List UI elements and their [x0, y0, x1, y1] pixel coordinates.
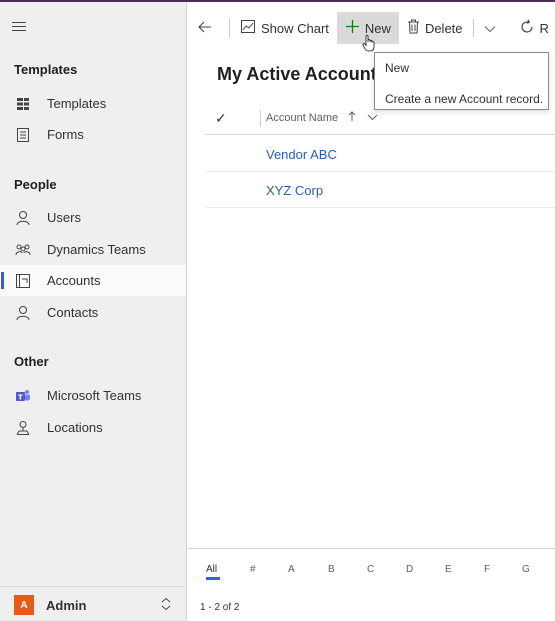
sidebar-item-label: Users [47, 210, 81, 225]
refresh-label: R [539, 20, 549, 36]
sort-ascending-icon [342, 111, 356, 125]
select-all-checkmark-icon[interactable]: ✓ [215, 110, 227, 127]
sidebar-item-contacts[interactable]: Contacts [0, 297, 186, 328]
forms-icon [14, 126, 32, 144]
group-templates: Templates [14, 62, 78, 77]
templates-icon [14, 95, 32, 113]
alphabet-filter: All # A B C D E F G [188, 549, 555, 589]
filter-letter[interactable]: C [367, 564, 374, 575]
sidebar-item-label: Dynamics Teams [47, 242, 146, 257]
account-link[interactable]: Vendor ABC [266, 147, 337, 162]
group-other: Other [14, 354, 49, 369]
microsoft-teams-icon: T [14, 387, 32, 405]
column-header-account-name[interactable]: Account Name [266, 111, 378, 125]
accounts-icon [14, 272, 32, 290]
filter-letter[interactable]: F [484, 564, 490, 575]
filter-all[interactable]: All [206, 564, 217, 575]
chart-icon [240, 19, 261, 37]
back-arrow-icon [198, 21, 217, 36]
sidebar-item-locations[interactable]: Locations [0, 412, 186, 443]
divider [229, 19, 230, 37]
group-people: People [14, 177, 57, 192]
teams-icon [14, 241, 32, 259]
chevron-down-icon [484, 21, 501, 36]
active-filter-underline [206, 577, 220, 580]
back-button[interactable] [188, 14, 227, 42]
sidebar-item-forms[interactable]: Forms [0, 119, 186, 150]
location-icon [14, 419, 32, 437]
filter-letter[interactable]: D [406, 564, 413, 575]
svg-text:T: T [18, 393, 23, 401]
hamburger-icon[interactable] [12, 22, 26, 32]
sidebar-item-label: Locations [47, 420, 103, 435]
more-commands-dropdown[interactable] [476, 14, 509, 42]
sidebar-item-microsoft-teams[interactable]: T Microsoft Teams [0, 380, 186, 411]
filter-letter[interactable]: E [445, 564, 452, 575]
sidebar-item-users[interactable]: Users [0, 202, 186, 233]
column-label: Account Name [266, 112, 339, 124]
sidebar-item-label: Forms [47, 127, 84, 142]
tooltip-title: New [385, 61, 410, 75]
column-chevron-down-icon[interactable] [361, 112, 378, 124]
delete-button[interactable]: Delete [399, 14, 471, 42]
sidebar-item-label: Microsoft Teams [47, 388, 142, 403]
view-selector[interactable]: My Active Accounts [217, 64, 387, 85]
area-label: Admin [46, 597, 87, 613]
filter-letter[interactable]: B [328, 564, 335, 575]
refresh-button[interactable]: R [509, 14, 549, 42]
record-count: 1 - 2 of 2 [200, 602, 240, 613]
sidebar-item-dynamics-teams[interactable]: Dynamics Teams [0, 234, 186, 265]
sidebar-item-templates[interactable]: Templates [0, 88, 186, 119]
show-chart-label: Show Chart [261, 20, 329, 36]
table-row[interactable]: XYZ Corp [205, 172, 555, 208]
show-chart-button[interactable]: Show Chart [232, 14, 337, 42]
chevron-up-down-icon [160, 597, 172, 614]
contact-icon [14, 304, 32, 322]
sidebar: Templates Templates Forms People Users D… [0, 2, 187, 621]
table-row[interactable]: Vendor ABC [205, 136, 555, 172]
divider [472, 19, 474, 37]
account-link[interactable]: XYZ Corp [266, 183, 323, 198]
sidebar-item-label: Contacts [47, 305, 99, 320]
avatar: A [14, 595, 34, 615]
grid-header: ✓ Account Name [205, 102, 555, 135]
trash-icon [407, 19, 425, 37]
refresh-icon [519, 19, 540, 38]
column-divider [260, 110, 261, 127]
delete-label: Delete [424, 20, 463, 36]
filter-letter[interactable]: # [250, 564, 256, 575]
user-icon [14, 209, 32, 227]
sidebar-item-accounts[interactable]: Accounts [0, 265, 186, 296]
filter-letter[interactable]: G [522, 564, 530, 575]
area-switcher[interactable]: A Admin [0, 586, 186, 621]
sidebar-item-label: Accounts [47, 273, 101, 288]
filter-letter[interactable]: A [288, 564, 295, 575]
sidebar-item-label: Templates [47, 96, 107, 111]
